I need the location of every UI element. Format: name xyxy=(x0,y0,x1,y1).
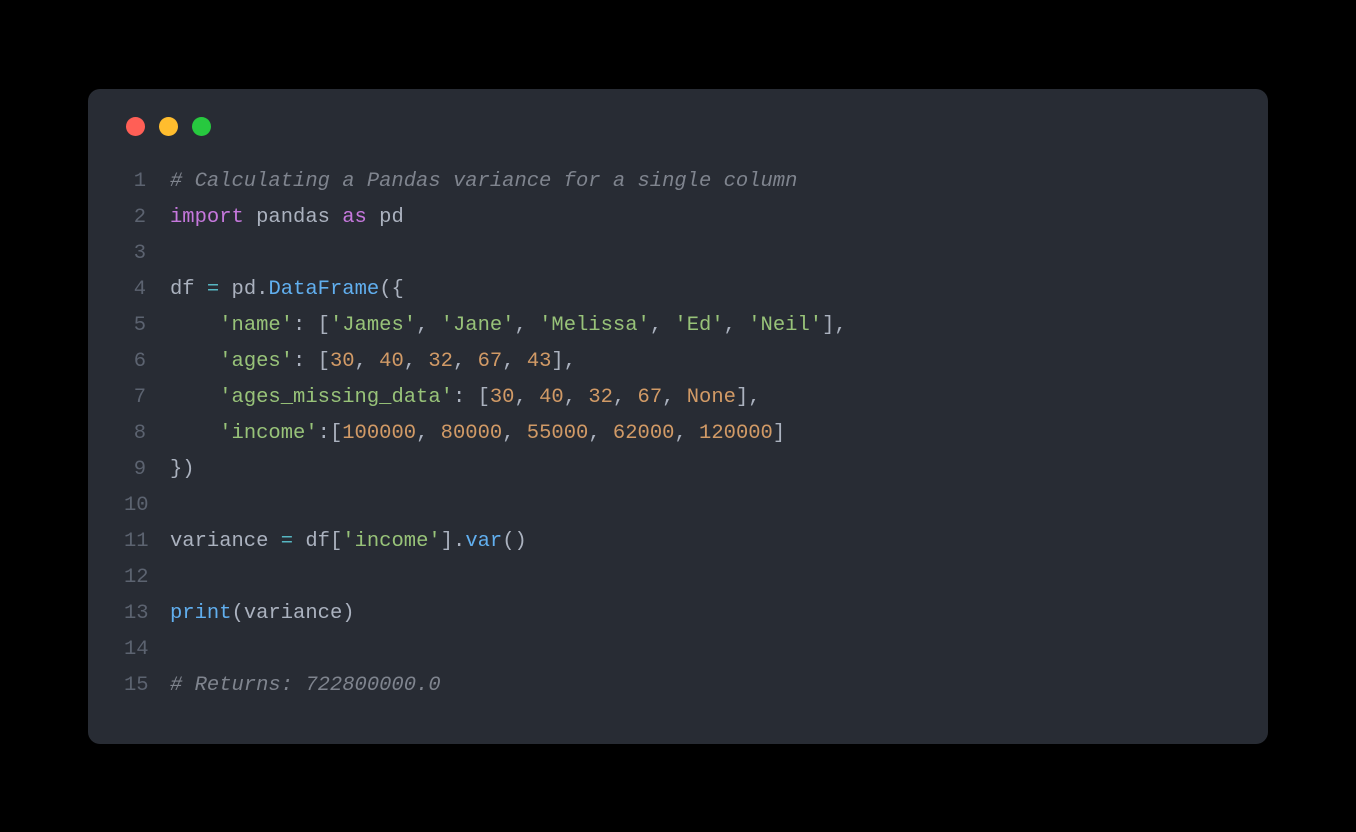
code-content: 'name': ['James', 'Jane', 'Melissa', 'Ed… xyxy=(170,308,1232,344)
line-number: 13 xyxy=(124,596,170,632)
code-line: 7 'ages_missing_data': [30, 40, 32, 67, … xyxy=(124,380,1232,416)
code-line: 14 xyxy=(124,632,1232,668)
line-number: 6 xyxy=(124,344,170,380)
code-line: 2 import pandas as pd xyxy=(124,200,1232,236)
code-content xyxy=(170,560,1232,596)
maximize-icon[interactable] xyxy=(192,117,211,136)
code-block: 1 # Calculating a Pandas variance for a … xyxy=(124,164,1232,704)
code-content: variance = df['income'].var() xyxy=(170,524,1232,560)
line-number: 9 xyxy=(124,452,170,488)
code-content: print(variance) xyxy=(170,596,1232,632)
code-line: 3 xyxy=(124,236,1232,272)
code-line: 12 xyxy=(124,560,1232,596)
line-number: 8 xyxy=(124,416,170,452)
line-number: 14 xyxy=(124,632,170,668)
code-content: # Returns: 722800000.0 xyxy=(170,668,1232,704)
code-line: 1 # Calculating a Pandas variance for a … xyxy=(124,164,1232,200)
code-content xyxy=(170,236,1232,272)
code-line: 5 'name': ['James', 'Jane', 'Melissa', '… xyxy=(124,308,1232,344)
line-number: 1 xyxy=(124,164,170,200)
line-number: 2 xyxy=(124,200,170,236)
line-number: 4 xyxy=(124,272,170,308)
code-content: # Calculating a Pandas variance for a si… xyxy=(170,164,1232,200)
code-content xyxy=(170,488,1232,524)
line-number: 10 xyxy=(124,488,170,524)
line-number: 12 xyxy=(124,560,170,596)
code-window: 1 # Calculating a Pandas variance for a … xyxy=(88,89,1268,744)
code-content: 'ages': [30, 40, 32, 67, 43], xyxy=(170,344,1232,380)
line-number: 11 xyxy=(124,524,170,560)
code-line: 10 xyxy=(124,488,1232,524)
code-line: 13 print(variance) xyxy=(124,596,1232,632)
line-number: 5 xyxy=(124,308,170,344)
code-line: 8 'income':[100000, 80000, 55000, 62000,… xyxy=(124,416,1232,452)
code-content xyxy=(170,632,1232,668)
minimize-icon[interactable] xyxy=(159,117,178,136)
code-content: import pandas as pd xyxy=(170,200,1232,236)
line-number: 15 xyxy=(124,668,170,704)
code-line: 4 df = pd.DataFrame({ xyxy=(124,272,1232,308)
code-line: 6 'ages': [30, 40, 32, 67, 43], xyxy=(124,344,1232,380)
code-line: 11 variance = df['income'].var() xyxy=(124,524,1232,560)
window-titlebar xyxy=(124,117,1232,136)
code-content: df = pd.DataFrame({ xyxy=(170,272,1232,308)
line-number: 7 xyxy=(124,380,170,416)
code-content: }) xyxy=(170,452,1232,488)
code-content: 'income':[100000, 80000, 55000, 62000, 1… xyxy=(170,416,1232,452)
close-icon[interactable] xyxy=(126,117,145,136)
code-line: 15 # Returns: 722800000.0 xyxy=(124,668,1232,704)
code-content: 'ages_missing_data': [30, 40, 32, 67, No… xyxy=(170,380,1232,416)
code-line: 9 }) xyxy=(124,452,1232,488)
line-number: 3 xyxy=(124,236,170,272)
